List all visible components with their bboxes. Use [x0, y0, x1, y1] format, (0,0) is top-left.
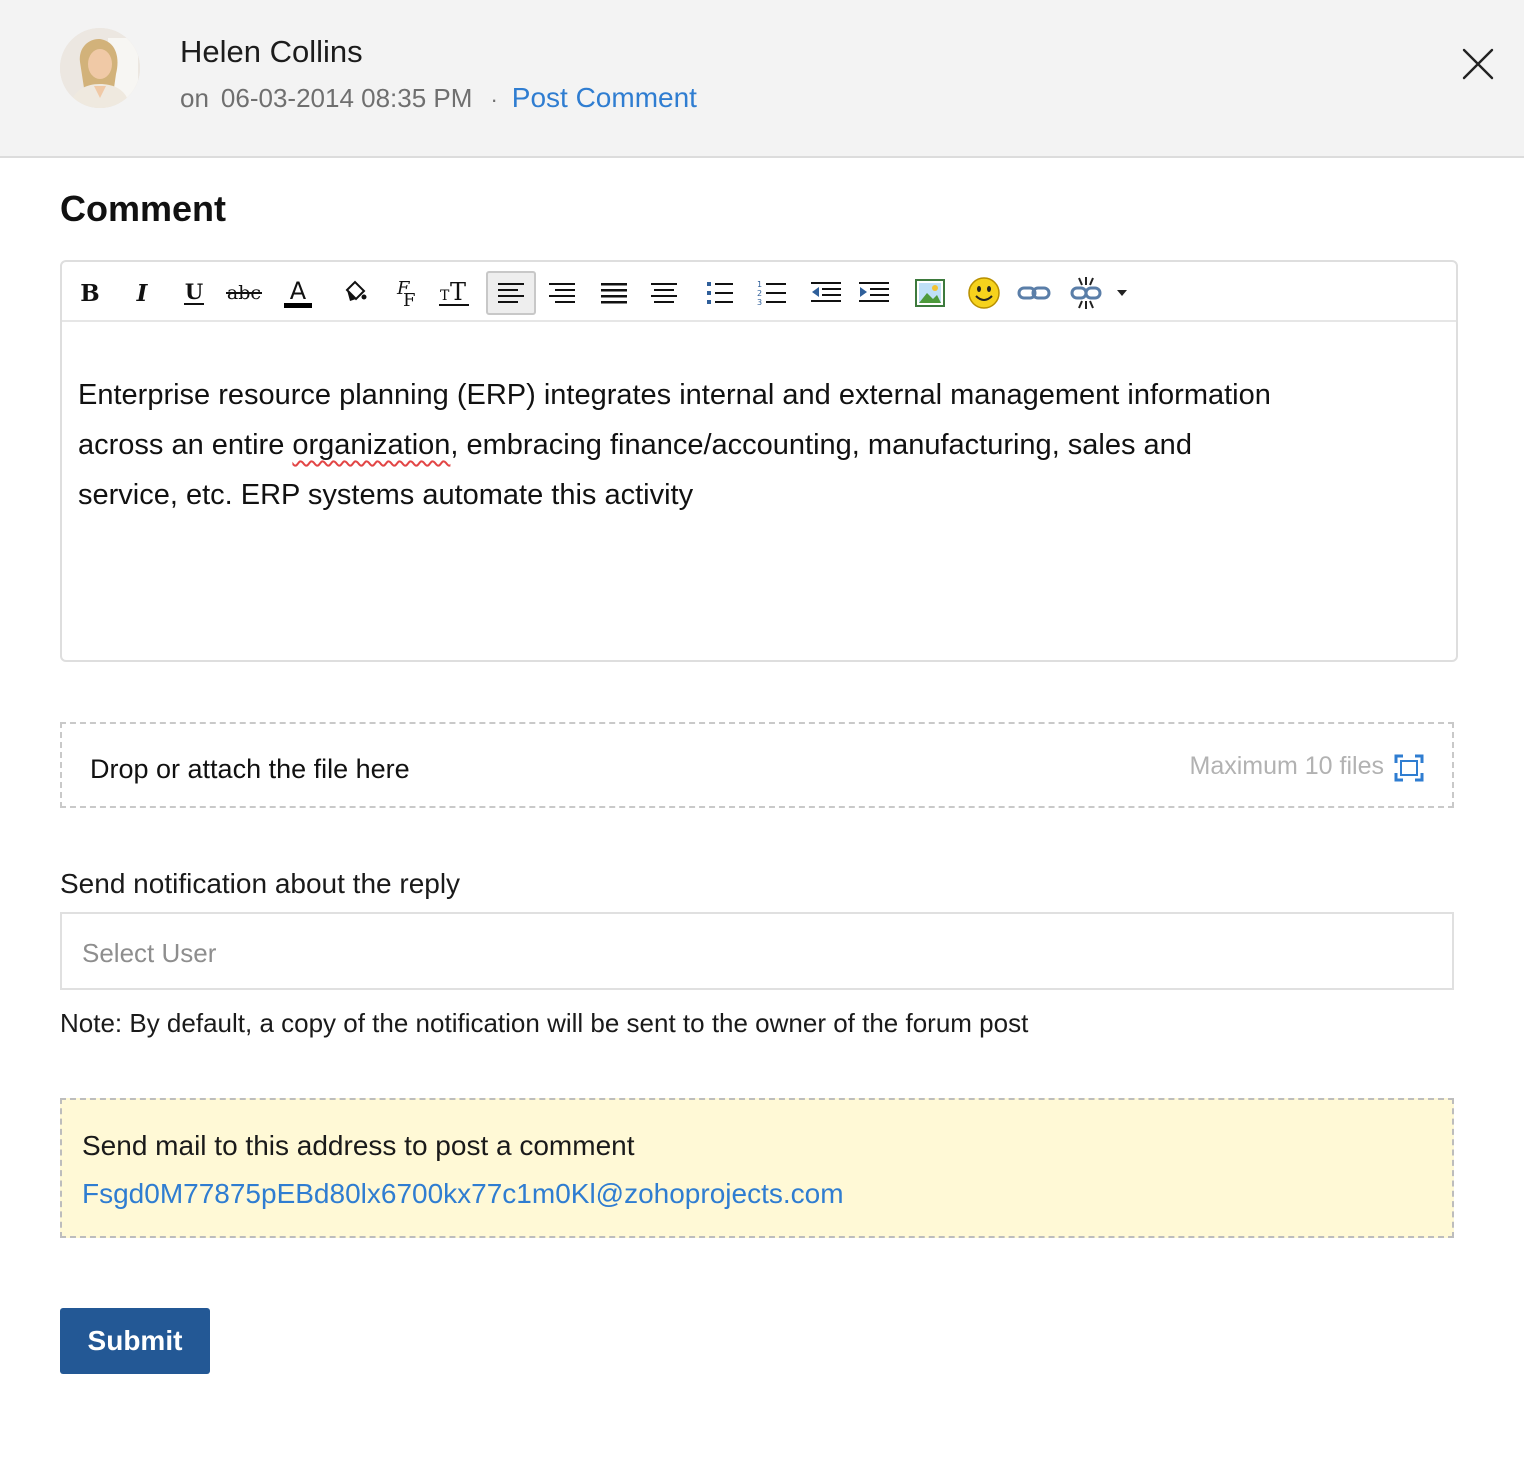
post-meta: on 06-03-2014 08:35 PM · Post Comment	[180, 82, 697, 114]
submit-button[interactable]: Submit	[60, 1308, 210, 1374]
on-label: on	[180, 83, 209, 113]
max-files-label: Maximum 10 files	[1189, 752, 1385, 780]
mail-address-link[interactable]: Fsgd0M77875pEBd80lx6700kx77c1m0Kl@zohopr…	[82, 1178, 844, 1210]
justify-icon[interactable]	[592, 271, 636, 315]
insert-image-icon[interactable]	[908, 271, 952, 315]
editor-toolbar: B I U abc A FF TT 1 2 3	[62, 262, 1456, 322]
section-title: Comment	[60, 188, 227, 229]
svg-text:A: A	[290, 277, 307, 305]
bullet-list-icon[interactable]	[698, 271, 742, 315]
mail-to-post-box: Send mail to this address to post a comm…	[60, 1098, 1454, 1238]
editor-content[interactable]: Enterprise resource planning (ERP) integ…	[78, 370, 1368, 520]
avatar	[60, 28, 140, 108]
svg-text:3: 3	[757, 298, 762, 307]
misspelled-word[interactable]: organization	[292, 429, 450, 461]
comment-header: Helen Collins on 06-03-2014 08:35 PM · Post…	[0, 0, 1524, 158]
svg-text:2: 2	[757, 289, 762, 298]
svg-text:U: U	[185, 279, 203, 304]
align-left-icon[interactable]	[486, 271, 536, 315]
remove-link-icon[interactable]	[1064, 271, 1108, 315]
align-center-icon[interactable]	[642, 271, 686, 315]
italic-icon[interactable]: I	[120, 271, 164, 315]
svg-text:T: T	[440, 288, 450, 304]
mail-label: Send mail to this address to post a comm…	[82, 1130, 635, 1161]
editor-text: , embracing finance/accounting, manufact…	[450, 429, 1192, 461]
timestamp: 06-03-2014 08:35 PM	[220, 83, 473, 113]
font-color-icon[interactable]: A	[276, 271, 320, 315]
font-family-icon[interactable]: FF	[384, 271, 428, 315]
svg-text:B: B	[80, 280, 99, 307]
editor-line-1: Enterprise resource planning (ERP) integ…	[78, 379, 1271, 411]
emoji-icon[interactable]	[962, 271, 1006, 315]
editor-text: across an entire	[78, 429, 293, 461]
separator-dot: ·	[490, 87, 498, 112]
font-size-icon[interactable]: TT	[432, 271, 476, 315]
align-right-icon[interactable]	[540, 271, 584, 315]
bold-icon[interactable]: B	[68, 271, 112, 315]
insert-link-icon[interactable]	[1012, 271, 1056, 315]
file-dropzone[interactable]: Drop or attach the file here Maximum 10 …	[60, 722, 1454, 808]
svg-text:F: F	[403, 290, 416, 310]
post-comment-link[interactable]: Post Comment	[512, 82, 697, 113]
close-icon[interactable]	[1458, 44, 1498, 84]
svg-text:T: T	[450, 278, 466, 306]
expand-icon[interactable]	[1394, 754, 1424, 782]
dropzone-label: Drop or attach the file here	[90, 754, 410, 784]
strikethrough-icon[interactable]: abc	[222, 271, 266, 315]
outdent-icon[interactable]	[804, 271, 848, 315]
numbered-list-icon[interactable]: 123	[750, 271, 794, 315]
select-user-input[interactable]: Select User	[60, 912, 1454, 990]
background-color-icon[interactable]	[332, 271, 376, 315]
svg-text:I: I	[136, 280, 149, 307]
author-name: Helen Collins	[180, 34, 363, 69]
more-dropdown-icon[interactable]	[1104, 271, 1140, 315]
notification-note: Note: By default, a copy of the notifica…	[60, 1008, 1029, 1038]
notification-label: Send notification about the reply	[60, 868, 461, 899]
select-user-placeholder: Select User	[82, 938, 217, 968]
editor-line-2: across an entire organization, embracing…	[78, 420, 1368, 470]
underline-icon[interactable]: U	[172, 271, 216, 315]
indent-icon[interactable]	[852, 271, 896, 315]
svg-text:1: 1	[757, 280, 762, 289]
rich-text-editor: B I U abc A FF TT 1 2 3 Enterprise resou…	[60, 260, 1458, 662]
editor-line-3: service, etc. ERP systems automate this …	[78, 479, 694, 511]
